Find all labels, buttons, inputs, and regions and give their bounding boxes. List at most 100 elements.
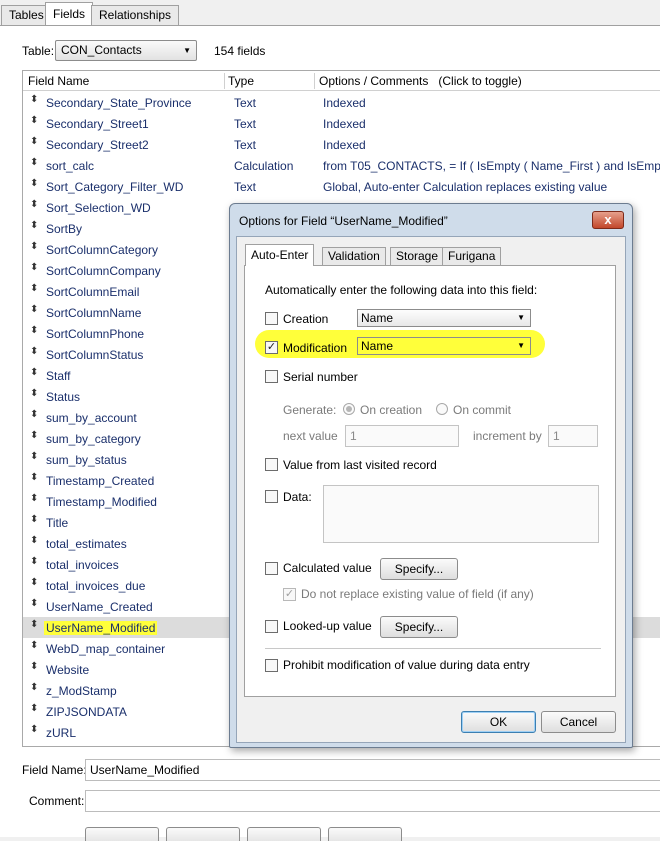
tab-validation[interactable]: Validation [322,247,386,266]
last-visited-checkbox[interactable] [265,458,278,471]
updown-arrow-icon[interactable]: ⬍ [30,535,38,546]
updown-arrow-icon[interactable]: ⬍ [30,577,38,588]
updown-arrow-icon[interactable]: ⬍ [30,598,38,609]
on-commit-label: On commit [453,403,512,417]
list-header: Field Name Type Options / Comments (Clic… [23,71,660,91]
updown-arrow-icon[interactable]: ⬍ [30,388,38,399]
table-select[interactable]: CON_Contacts ▼ [55,40,197,61]
updown-arrow-icon[interactable]: ⬍ [30,220,38,231]
field-name-cell: sum_by_status [46,453,127,467]
updown-arrow-icon[interactable]: ⬍ [30,157,38,168]
updown-arrow-icon[interactable]: ⬍ [30,241,38,252]
increment-input[interactable]: 1 [548,425,598,447]
col-head-field-name[interactable]: Field Name [28,74,89,88]
updown-arrow-icon[interactable]: ⬍ [30,367,38,378]
field-name-cell: SortColumnCategory [46,243,159,257]
data-textarea[interactable] [323,485,599,543]
updown-arrow-icon[interactable]: ⬍ [30,94,38,105]
updown-arrow-icon[interactable]: ⬍ [30,115,38,126]
updown-arrow-icon[interactable]: ⬍ [30,514,38,525]
updown-arrow-icon[interactable]: ⬍ [30,661,38,672]
table-label: Table: [22,44,55,58]
field-name-cell: Secondary_Street1 [46,117,149,131]
looked-up-specify-button[interactable]: Specify... [380,616,458,638]
modification-checkbox[interactable]: ✓ [265,341,278,354]
next-value-input[interactable]: 1 [345,425,459,447]
updown-arrow-icon[interactable]: ⬍ [30,640,38,651]
checkmark-icon: ✓ [266,341,277,353]
ok-button[interactable]: OK [461,711,536,733]
updown-arrow-icon[interactable]: ⬍ [30,619,38,630]
updown-arrow-icon[interactable]: ⬍ [30,724,38,735]
updown-arrow-icon[interactable]: ⬍ [30,409,38,420]
calculated-value-checkbox[interactable] [265,562,278,575]
field-options-cell: Indexed [323,138,366,152]
serial-number-checkbox[interactable] [265,370,278,383]
last-visited-label: Value from last visited record [283,458,437,472]
cancel-button[interactable]: Cancel [541,711,616,733]
field-name-cell: WebD_map_container [46,642,166,656]
on-commit-radio[interactable] [436,403,448,415]
field-name-cell: z_ModStamp [46,684,117,698]
prohibit-modification-checkbox[interactable] [265,659,278,672]
create-button[interactable] [85,827,159,841]
updown-arrow-icon[interactable]: ⬍ [30,178,38,189]
modification-select-value: Name [361,339,394,353]
table-row[interactable]: ⬍ Sort_Category_Filter_WD Text Global, Auto… [23,176,660,197]
updown-arrow-icon[interactable]: ⬍ [30,199,38,210]
on-creation-radio[interactable] [343,403,355,415]
updown-arrow-icon[interactable]: ⬍ [30,262,38,273]
field-count: 154 fields [214,44,266,58]
updown-arrow-icon[interactable]: ⬍ [30,556,38,567]
modification-select[interactable]: Name ▼ [357,337,531,355]
updown-arrow-icon[interactable]: ⬍ [30,451,38,462]
field-name-cell: Timestamp_Created [46,474,155,488]
updown-arrow-icon[interactable]: ⬍ [30,346,38,357]
looked-up-checkbox[interactable] [265,620,278,633]
data-checkbox[interactable] [265,490,278,503]
on-creation-label: On creation [360,403,423,417]
updown-arrow-icon[interactable]: ⬍ [30,472,38,483]
table-row[interactable]: ⬍ sort_calc Calculation from T05_CONTACTS, … [23,155,660,176]
no-replace-label: Do not replace existing value of field (… [301,587,534,601]
updown-arrow-icon[interactable]: ⬍ [30,283,38,294]
tab-fields[interactable]: Fields [45,2,94,26]
updown-arrow-icon[interactable]: ⬍ [30,430,38,441]
table-row[interactable]: ⬍ Secondary_Street1 Text Indexed [23,113,660,134]
data-label: Data: [283,490,312,504]
tab-storage[interactable]: Storage [390,247,445,266]
table-row[interactable]: ⬍ Secondary_Street2 Text Indexed [23,134,660,155]
field-name-input[interactable]: UserName_Modified [85,759,660,781]
field-name-cell: zURL [46,726,77,740]
updown-arrow-icon[interactable]: ⬍ [30,493,38,504]
field-name-cell: total_invoices_due [46,579,146,593]
field-name-cell: SortBy [46,222,83,236]
creation-select[interactable]: Name ▼ [357,309,531,327]
duplicate-button[interactable] [247,827,321,841]
field-name-cell: ZIPJSONDATA [46,705,127,719]
close-icon[interactable]: x [592,211,624,229]
updown-arrow-icon[interactable]: ⬍ [30,682,38,693]
table-row[interactable]: ⬍ Secondary_State_Province Text Indexed [23,92,660,113]
updown-arrow-icon[interactable]: ⬍ [30,304,38,315]
field-name-cell: Status [46,390,81,404]
tab-furigana[interactable]: Furigana [442,247,502,266]
col-head-type[interactable]: Type [228,74,254,88]
calculated-specify-button[interactable]: Specify... [380,558,458,580]
updown-arrow-icon[interactable]: ⬍ [30,325,38,336]
change-button[interactable] [166,827,240,841]
column-separator [224,73,225,89]
delete-button[interactable] [328,827,402,841]
no-replace-checkbox[interactable]: ✓ [283,588,296,601]
tab-auto-enter[interactable]: Auto-Enter [245,244,315,266]
prohibit-modification-label: Prohibit modification of value during da… [283,658,530,672]
updown-arrow-icon[interactable]: ⬍ [30,703,38,714]
field-name-cell: total_invoices [46,558,119,572]
col-head-options[interactable]: Options / Comments (Click to toggle) [319,74,522,88]
checkmark-icon: ✓ [284,588,295,600]
field-name-cell: sum_by_category [46,432,141,446]
tab-relationships[interactable]: Relationships [91,5,180,25]
creation-checkbox[interactable] [265,312,278,325]
comment-input[interactable] [85,790,660,812]
updown-arrow-icon[interactable]: ⬍ [30,136,38,147]
